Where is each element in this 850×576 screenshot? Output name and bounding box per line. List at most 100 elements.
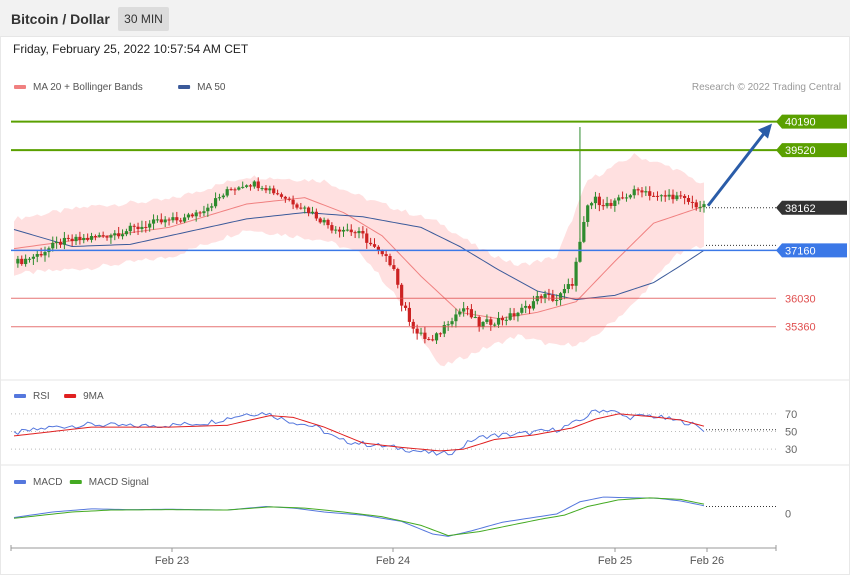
- candle-body: [613, 200, 617, 206]
- legend-label: MA 20 + Bollinger Bands: [33, 82, 143, 93]
- candle-body: [586, 205, 590, 222]
- candle-body: [322, 219, 326, 223]
- candle-body: [578, 241, 582, 262]
- candle-body: [496, 317, 501, 325]
- candle-body: [655, 195, 660, 197]
- candle-body: [303, 207, 307, 209]
- support-label: 35360: [785, 322, 816, 334]
- candle-body: [520, 307, 524, 313]
- rsi-panel: 70 50 30: [11, 409, 797, 456]
- candle-body: [260, 188, 264, 190]
- candle-body: [512, 313, 516, 317]
- candle-body: [78, 236, 82, 241]
- candle-body: [493, 324, 497, 326]
- candle-body: [310, 211, 315, 214]
- legend-swatch: [14, 85, 26, 89]
- candle-body: [450, 321, 454, 325]
- candle-body: [248, 185, 253, 187]
- candle-body: [589, 203, 594, 206]
- candle-body: [407, 307, 411, 322]
- time-tick-label: Feb 25: [598, 555, 632, 567]
- candle-body: [194, 212, 198, 217]
- candle-body: [593, 196, 598, 204]
- legend-label: RSI: [33, 391, 50, 402]
- candle-body: [144, 226, 148, 228]
- candle-body: [233, 189, 237, 191]
- candle-body: [159, 219, 163, 223]
- candle-body: [500, 317, 505, 321]
- last-price-label: 38162: [785, 203, 816, 215]
- candle-body: [516, 312, 520, 317]
- candle-body: [268, 188, 272, 191]
- candle-body: [117, 233, 121, 237]
- candle-body: [694, 202, 698, 208]
- candle-body: [411, 321, 415, 329]
- candle-body: [400, 284, 404, 306]
- legend-swatch: [14, 394, 26, 398]
- candle-body: [636, 189, 640, 191]
- candle-body: [256, 181, 260, 189]
- candle-body: [384, 254, 388, 256]
- candle-body: [24, 258, 28, 265]
- candle-body: [659, 195, 663, 197]
- candle-body: [667, 194, 671, 197]
- candle-body: [97, 235, 101, 237]
- candle-body: [217, 197, 222, 199]
- candle-body: [318, 218, 322, 223]
- candle-body: [547, 294, 551, 296]
- candle-body: [396, 268, 400, 285]
- candle-body: [202, 211, 206, 214]
- bollinger-bands-layer: [14, 153, 704, 367]
- candle-body: [624, 197, 629, 199]
- candle-body: [438, 333, 443, 335]
- candle-body: [62, 237, 66, 245]
- candle-body: [213, 198, 218, 207]
- candle-body: [431, 339, 435, 341]
- resistance-label: 40190: [785, 117, 816, 129]
- candle-body: [353, 232, 357, 234]
- candle-body: [504, 319, 508, 321]
- candle-body: [31, 256, 35, 259]
- candle-body: [82, 237, 86, 241]
- candle-body: [702, 204, 706, 208]
- candle-body: [264, 188, 268, 191]
- candle-body: [698, 207, 702, 209]
- candle-body: [609, 202, 613, 206]
- candle-body: [43, 252, 47, 256]
- candle-body: [582, 221, 586, 242]
- candle-body: [462, 308, 466, 312]
- candle-body: [372, 244, 377, 247]
- candle-body: [415, 328, 419, 334]
- macd-panel: 0: [13, 496, 791, 537]
- candle-body: [151, 219, 156, 224]
- candle-body: [101, 235, 105, 237]
- candle-body: [574, 261, 578, 286]
- candle-body: [186, 214, 191, 218]
- candle-body: [244, 185, 249, 187]
- candle-body: [570, 284, 574, 286]
- candle-body: [198, 212, 202, 214]
- candle-body: [136, 226, 140, 230]
- candle-body: [132, 225, 136, 227]
- candle-body: [644, 191, 648, 193]
- candle-body: [163, 219, 167, 223]
- candle-body: [109, 235, 113, 238]
- candle-body: [388, 255, 392, 266]
- candle-body: [272, 188, 276, 194]
- candle-body: [648, 191, 652, 196]
- candle-body: [58, 241, 63, 245]
- candle-body: [206, 207, 210, 212]
- candle-body: [291, 199, 295, 205]
- candle-body: [74, 236, 78, 242]
- candle-body: [392, 265, 396, 269]
- candle-body: [597, 196, 601, 206]
- macd-line: [13, 496, 705, 537]
- candle-body: [229, 189, 233, 191]
- rsi-level-label: 30: [785, 444, 797, 456]
- candle-body: [357, 231, 361, 234]
- candle-body: [365, 233, 369, 243]
- candle-body: [179, 220, 183, 222]
- candle-body: [140, 226, 144, 230]
- candle-body: [113, 233, 117, 236]
- candle-body: [287, 198, 291, 200]
